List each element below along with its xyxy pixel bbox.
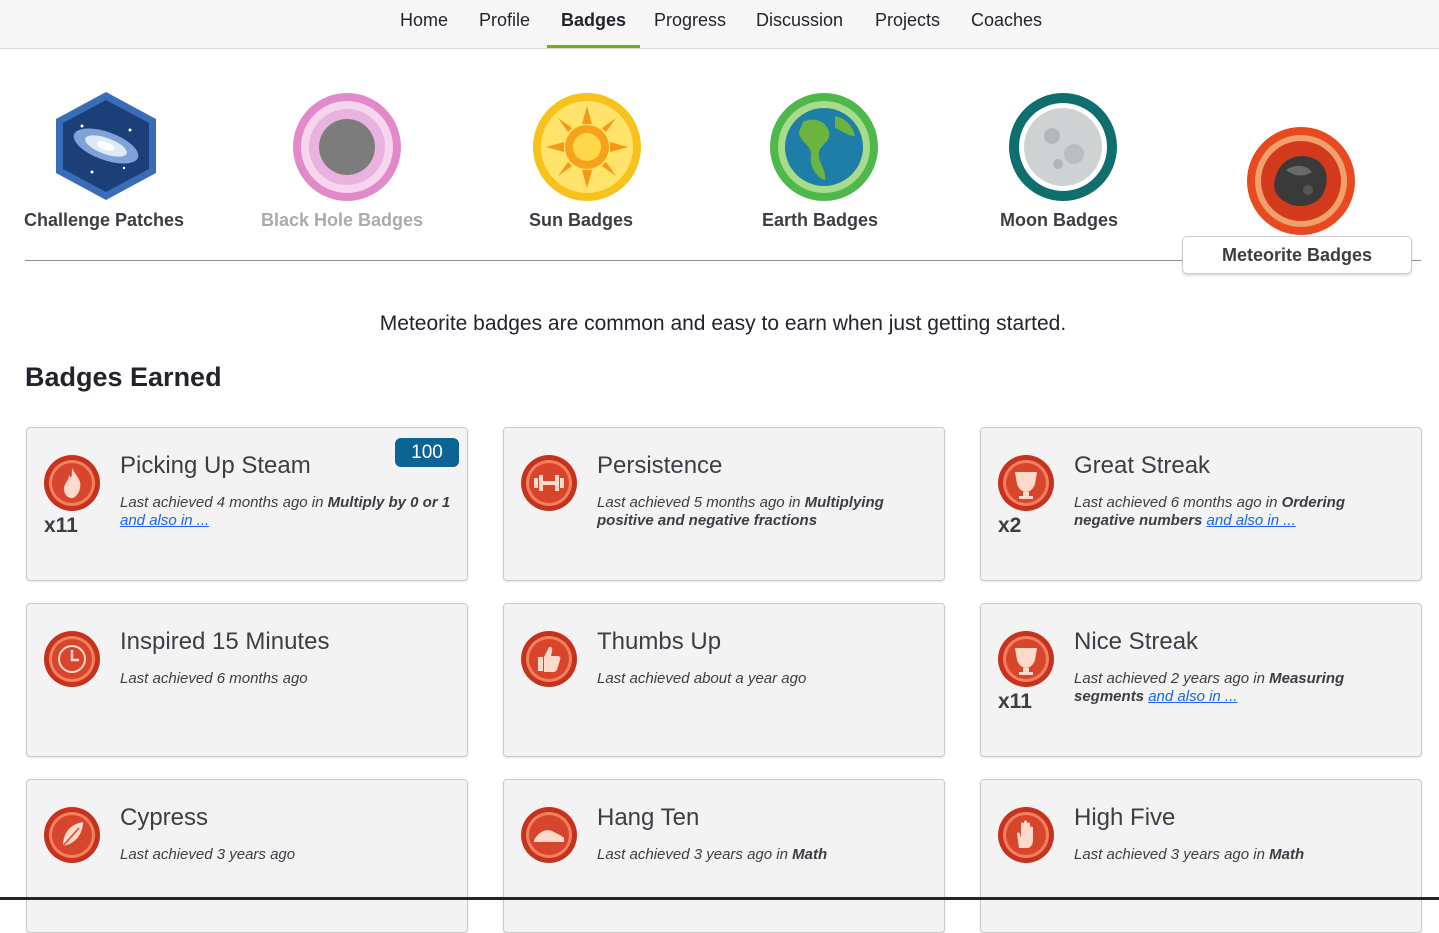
badge-card-nice-streak[interactable]: x11 Nice Streak Last achieved 2 years ag… (980, 603, 1422, 757)
badge-subtitle: Last achieved 5 months ago in Multiplyin… (597, 494, 884, 529)
clock-icon (44, 631, 100, 687)
badge-count: x11 (44, 514, 78, 537)
badge-subtitle: Last achieved 3 years ago in Math (597, 846, 828, 863)
badge-title: Picking Up Steam (120, 452, 311, 479)
nav-coaches[interactable]: Coaches (971, 0, 1042, 48)
category-selected-tab[interactable]: Meteorite Badges (1182, 236, 1412, 274)
badge-subtitle: Last achieved 2 years ago in Measuring s… (1074, 670, 1345, 705)
wave-icon (521, 807, 577, 863)
badge-subtitle: Last achieved about a year ago (597, 670, 807, 687)
trophy-20-icon (998, 631, 1054, 687)
badge-count: x11 (998, 690, 1032, 713)
and-also-in-link[interactable]: and also in ... (120, 512, 209, 529)
badge-card-hang-ten[interactable]: Hang Ten Last achieved 3 years ago in Ma… (503, 779, 945, 933)
badge-subtitle: Last achieved 4 months ago in Multiply b… (120, 494, 451, 529)
badge-subtitle: Last achieved 6 months ago in Ordering n… (1074, 494, 1345, 529)
badge-title: High Five (1074, 804, 1176, 831)
leaf-icon (44, 807, 100, 863)
badge-title: Cypress (120, 804, 209, 831)
dumbbell-icon (521, 455, 577, 511)
category-label: Black Hole Badges (260, 210, 424, 230)
badge-title: Thumbs Up (597, 628, 722, 655)
moon-icon (1009, 93, 1117, 201)
badge-card-picking-up-steam[interactable]: x11 Picking Up Steam 100 Last achieved 4… (26, 427, 468, 581)
galaxy-hexagon-icon (56, 92, 156, 200)
and-also-in-link[interactable]: and also in ... (1207, 512, 1296, 529)
meteorite-icon (1247, 127, 1355, 235)
sun-icon (533, 93, 641, 201)
points-badge: 100 (395, 438, 459, 467)
category-label: Earth Badges (761, 210, 879, 230)
badge-count: x2 (998, 514, 1022, 537)
badge-title: Nice Streak (1074, 628, 1199, 655)
nav-home[interactable]: Home (400, 0, 448, 48)
badge-card-high-five[interactable]: High Five Last achieved 3 years ago in M… (980, 779, 1422, 933)
top-nav: Home Profile Badges Progress Discussion … (0, 0, 1439, 49)
section-title: Badges Earned (25, 362, 222, 392)
nav-badges[interactable]: Badges (561, 0, 626, 48)
hand-icon (998, 807, 1054, 863)
nav-progress[interactable]: Progress (654, 0, 726, 48)
badge-title: Persistence (597, 452, 723, 479)
badge-card-cypress[interactable]: Cypress Last achieved 3 years ago (26, 779, 468, 933)
badge-subtitle: Last achieved 6 months ago (120, 670, 308, 687)
badge-card-persistence[interactable]: Persistence Last achieved 5 months ago i… (503, 427, 945, 581)
badge-card-inspired-15-minutes[interactable]: Inspired 15 Minutes Last achieved 6 mont… (26, 603, 468, 757)
badge-title: Hang Ten (597, 804, 700, 831)
category-label: Challenge Patches (23, 210, 185, 230)
trophy-40-icon (998, 455, 1054, 511)
badge-subtitle: Last achieved 3 years ago in Math (1074, 846, 1305, 863)
badge-card-great-streak[interactable]: x2 Great Streak Last achieved 6 months a… (980, 427, 1422, 581)
nav-active-indicator (547, 45, 640, 48)
category-label: Moon Badges (999, 210, 1119, 230)
black-hole-icon (293, 93, 401, 201)
flame-icon (44, 455, 100, 511)
badge-card-thumbs-up[interactable]: Thumbs Up Last achieved about a year ago (503, 603, 945, 757)
category-label: Sun Badges (528, 210, 634, 230)
nav-projects[interactable]: Projects (875, 0, 940, 48)
thumbs-up-icon (521, 631, 577, 687)
category-description: Meteorite badges are common and easy to … (379, 312, 1067, 335)
and-also-in-link[interactable]: and also in ... (1148, 688, 1237, 705)
nav-profile[interactable]: Profile (479, 0, 530, 48)
badge-title: Inspired 15 Minutes (120, 628, 330, 655)
badge-title: Great Streak (1074, 452, 1211, 479)
nav-discussion[interactable]: Discussion (756, 0, 843, 48)
earth-icon (770, 93, 878, 201)
badge-subtitle: Last achieved 3 years ago (120, 846, 296, 863)
